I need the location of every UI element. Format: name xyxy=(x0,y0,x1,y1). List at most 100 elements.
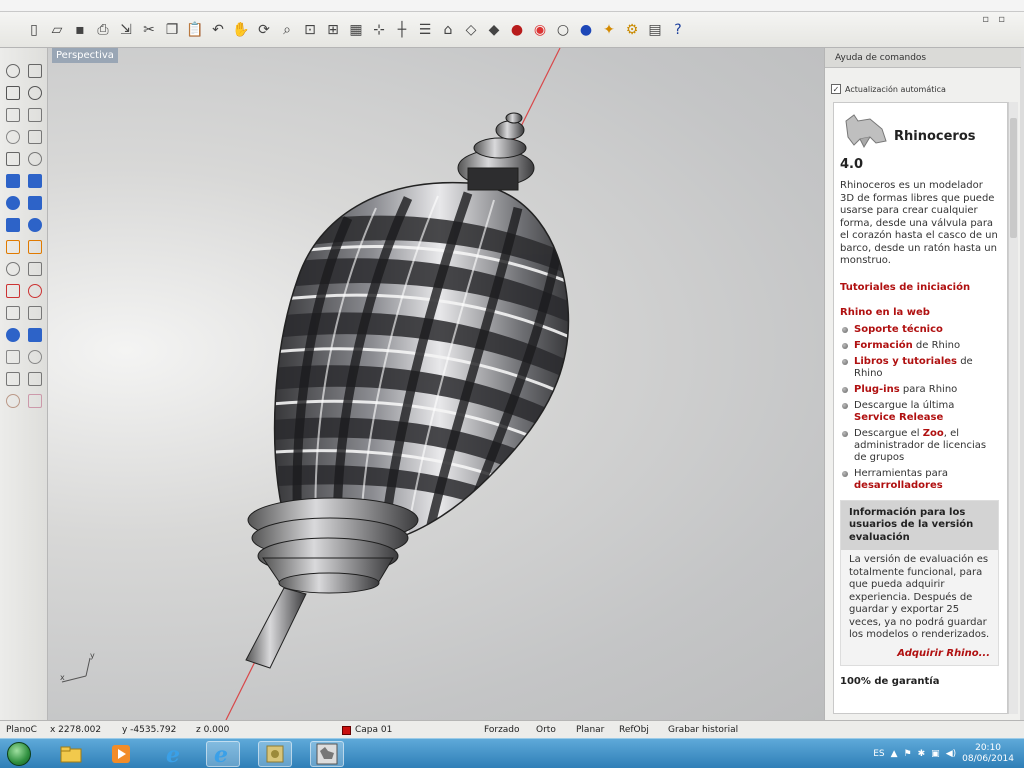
web-link-bold[interactable]: Plug-ins xyxy=(854,384,900,395)
toggle-forzado[interactable]: Forzado xyxy=(484,725,520,735)
group-icon[interactable] xyxy=(4,348,22,366)
polygon-icon[interactable] xyxy=(4,150,22,168)
web-link-item[interactable]: Plug-ins para Rhino xyxy=(840,384,999,396)
options-icon[interactable]: ▤ xyxy=(645,20,665,40)
toggle-history[interactable]: Grabar historial xyxy=(668,725,738,735)
print-icon[interactable]: ⎙ xyxy=(93,20,113,40)
trim-icon[interactable] xyxy=(4,282,22,300)
import-icon[interactable]: ⇲ xyxy=(116,20,136,40)
rotate-icon[interactable]: ⟳ xyxy=(254,20,274,40)
polyline-icon[interactable] xyxy=(4,84,22,102)
perspective-viewport[interactable]: Perspectiva x y xyxy=(48,48,824,720)
arc-icon[interactable] xyxy=(26,106,44,124)
block-icon[interactable] xyxy=(26,392,44,410)
ungroup-icon[interactable] xyxy=(26,348,44,366)
properties-icon[interactable]: ⌂ xyxy=(438,20,458,40)
wireframe-icon[interactable]: ◇ xyxy=(461,20,481,40)
undo-icon[interactable]: ↶ xyxy=(208,20,228,40)
web-link-bold[interactable]: Service Release xyxy=(854,412,943,423)
panel-title[interactable]: Ayuda de comandos xyxy=(825,48,1021,68)
web-link-bold[interactable]: Formación xyxy=(854,340,913,351)
toggle-planar[interactable]: Planar xyxy=(576,725,604,735)
ellipse-icon[interactable] xyxy=(4,128,22,146)
grid-icon[interactable]: ▦ xyxy=(346,20,366,40)
layers-icon[interactable]: ☰ xyxy=(415,20,435,40)
flag-icon[interactable]: ⚑ xyxy=(904,749,912,759)
viewport-title-tab[interactable]: Perspectiva xyxy=(52,48,118,63)
point-icon[interactable] xyxy=(4,62,22,80)
sphere-icon[interactable]: ○ xyxy=(553,20,573,40)
plane-icon[interactable] xyxy=(26,216,44,234)
web-link-item[interactable]: Soporte técnico xyxy=(840,324,999,336)
curve-icon[interactable] xyxy=(26,84,44,102)
blue-sphere-icon[interactable]: ● xyxy=(576,20,596,40)
tray-arrow-icon[interactable]: ▲ xyxy=(891,749,898,759)
network-icon[interactable]: ▣ xyxy=(931,749,940,759)
rectangle-icon[interactable] xyxy=(26,128,44,146)
window-controls[interactable]: ▫ ▫ xyxy=(982,14,1008,25)
web-link-bold[interactable]: Zoo xyxy=(923,428,944,439)
web-link-bold[interactable]: Soporte técnico xyxy=(854,324,943,335)
language-indicator[interactable]: ES xyxy=(873,749,884,759)
web-link-item[interactable]: Descargue el Zoo, el administrador de li… xyxy=(840,428,999,464)
render-icon[interactable] xyxy=(26,370,44,388)
toggle-orto[interactable]: Orto xyxy=(536,725,556,735)
auto-update-checkbox[interactable]: ✓ xyxy=(831,84,841,94)
snap-icon[interactable]: ⊹ xyxy=(369,20,389,40)
ie-icon[interactable]: e xyxy=(158,741,192,767)
explorer-folder-icon[interactable] xyxy=(54,741,88,767)
start-button[interactable] xyxy=(4,741,34,767)
ortho-icon[interactable]: ┼ xyxy=(392,20,412,40)
light-icon[interactable]: ✦ xyxy=(599,20,619,40)
surface-icon[interactable] xyxy=(4,172,22,190)
color-wheel-icon[interactable]: ◉ xyxy=(530,20,550,40)
toggle-refobj[interactable]: RefObj xyxy=(619,725,649,735)
line-icon[interactable] xyxy=(26,62,44,80)
zoom-window-icon[interactable]: ⊡ xyxy=(300,20,320,40)
zoom-icon[interactable]: ⌕ xyxy=(277,20,297,40)
box-icon[interactable] xyxy=(4,194,22,212)
layer-color-swatch[interactable] xyxy=(342,726,351,735)
new-icon[interactable]: ▯ xyxy=(24,20,44,40)
rendered-icon[interactable]: ● xyxy=(507,20,527,40)
cylinder-icon[interactable] xyxy=(4,216,22,234)
split-icon[interactable] xyxy=(26,282,44,300)
zoom-extents-icon[interactable]: ⊞ xyxy=(323,20,343,40)
web-link-item[interactable]: Herramientas para desarrolladores xyxy=(840,468,999,492)
scroll-thumb[interactable] xyxy=(1010,118,1017,238)
volume-icon[interactable]: ◀) xyxy=(946,749,956,759)
dimension-icon[interactable] xyxy=(26,326,44,344)
status-layer[interactable]: Capa 01 xyxy=(355,725,392,735)
text-icon[interactable] xyxy=(4,326,22,344)
media-player-icon[interactable] xyxy=(104,741,138,767)
settings-gear-icon[interactable]: ⚙ xyxy=(622,20,642,40)
circle-icon[interactable] xyxy=(4,106,22,124)
help-scrollbar[interactable] xyxy=(1008,102,1018,714)
status-plane[interactable]: PlanoC xyxy=(6,725,37,735)
buy-rhino-link[interactable]: Adquirir Rhino... xyxy=(841,646,998,665)
paste-icon[interactable]: 📋 xyxy=(185,20,205,40)
web-link-item[interactable]: Formación de Rhino xyxy=(840,340,999,352)
ie-icon-2[interactable]: e xyxy=(206,741,240,767)
copy-icon[interactable]: ❐ xyxy=(162,20,182,40)
mirror-icon[interactable] xyxy=(4,260,22,278)
open-icon[interactable]: ▱ xyxy=(47,20,67,40)
rhino-app-icon[interactable] xyxy=(310,741,344,767)
save-icon[interactable]: ▪ xyxy=(70,20,90,40)
cut-icon[interactable]: ✂ xyxy=(139,20,159,40)
explode-icon[interactable] xyxy=(26,304,44,322)
web-link-bold[interactable]: desarrolladores xyxy=(854,480,943,491)
clock[interactable]: 20:10 08/06/2014 xyxy=(962,743,1014,765)
fillet-icon[interactable] xyxy=(26,150,44,168)
sphere-solid-icon[interactable] xyxy=(26,194,44,212)
auto-update-row[interactable]: ✓ Actualización automática xyxy=(831,82,946,96)
mesh-icon[interactable] xyxy=(4,392,22,410)
bluetooth-icon[interactable]: ✱ xyxy=(918,749,926,759)
web-link-item[interactable]: Descargue la última Service Release xyxy=(840,400,999,424)
rhino-tool-icon[interactable] xyxy=(258,741,292,767)
join-icon[interactable] xyxy=(4,304,22,322)
web-link-item[interactable]: Libros y tutoriales de Rhino xyxy=(840,356,999,380)
shaded-icon[interactable]: ◆ xyxy=(484,20,504,40)
web-heading[interactable]: Rhino en la web xyxy=(840,307,999,318)
analyze-icon[interactable] xyxy=(4,370,22,388)
